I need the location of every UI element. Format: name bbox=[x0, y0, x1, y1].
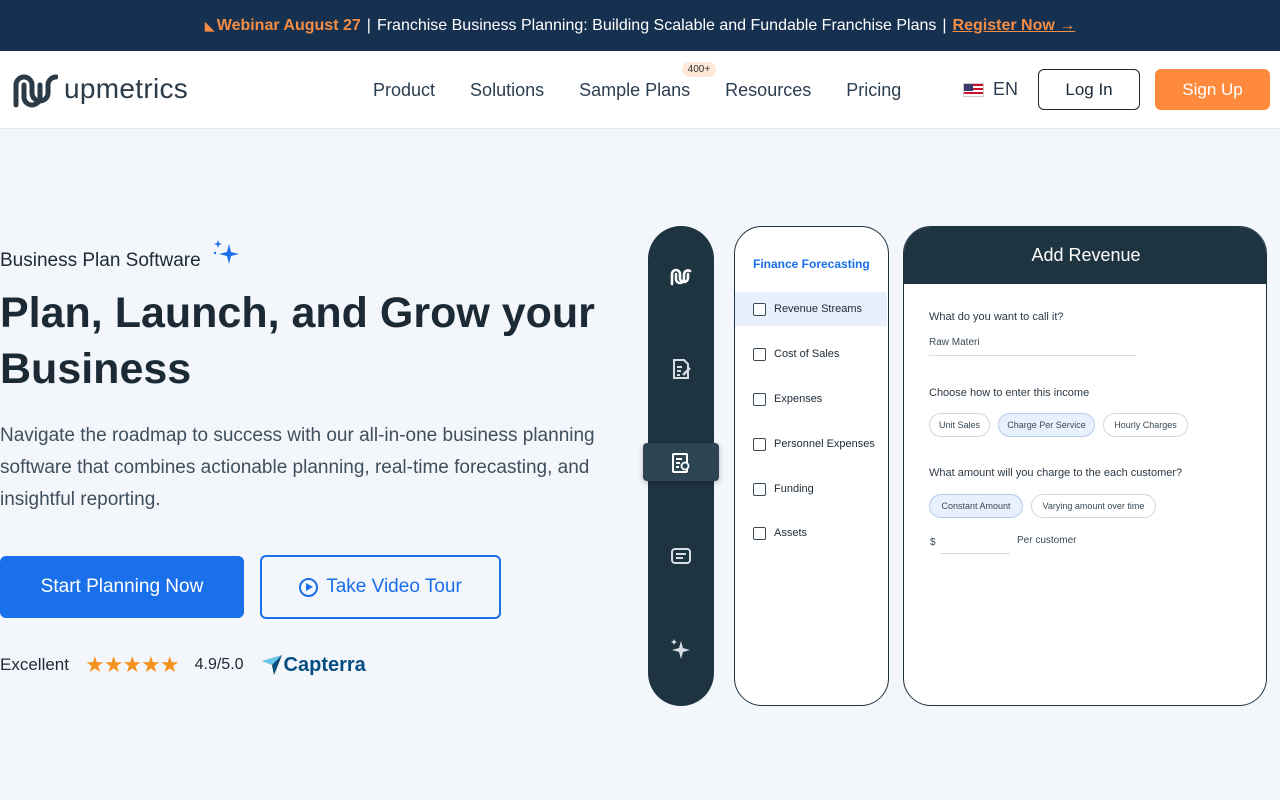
banner-headline: Franchise Business Planning: Building Sc… bbox=[376, 16, 937, 34]
language-selector[interactable]: EN bbox=[963, 79, 1018, 100]
rating-label: Excellent bbox=[0, 655, 69, 674]
nav-product[interactable]: Product bbox=[373, 80, 435, 101]
banner-separator: | bbox=[366, 16, 371, 34]
finance-report-icon bbox=[672, 453, 690, 473]
menu-item-label: Assets bbox=[774, 527, 808, 539]
checkbox[interactable] bbox=[753, 302, 766, 316]
nav-sample-plans[interactable]: Sample Plans 400+ bbox=[579, 61, 717, 101]
menu-item-assets[interactable]: Assets bbox=[735, 516, 888, 550]
option-charge-per-service[interactable]: Charge Per Service bbox=[998, 413, 1095, 437]
play-icon bbox=[299, 577, 319, 597]
nav-solutions[interactable]: Solutions bbox=[470, 80, 544, 101]
menu-title: Finance Forecasting bbox=[753, 257, 870, 271]
register-now-link[interactable]: Register Now → bbox=[953, 17, 1076, 35]
finance-menu-panel: Finance Forecasting Revenue Streams Cost… bbox=[734, 226, 889, 706]
menu-item-label: Revenue Streams bbox=[774, 303, 863, 315]
capterra-text: Capterra bbox=[283, 653, 366, 676]
site-header: upmetrics Product Solutions Sample Plans… bbox=[0, 51, 1280, 129]
currency-symbol: $ bbox=[930, 537, 936, 548]
video-tour-button[interactable]: Take Video Tour bbox=[260, 555, 501, 619]
flag-icon: ◣ bbox=[204, 17, 215, 33]
menu-item-revenue-streams[interactable]: Revenue Streams bbox=[735, 292, 887, 326]
us-flag-icon bbox=[963, 82, 984, 97]
chat-icon[interactable] bbox=[669, 544, 693, 568]
checkbox[interactable] bbox=[753, 526, 766, 540]
main-nav: Product Solutions Sample Plans 400+ Reso… bbox=[373, 51, 936, 129]
rating-row: Excellent ★★★★★ 4.9/5.0 Capterra bbox=[0, 652, 366, 678]
nav-resources[interactable]: Resources bbox=[725, 80, 811, 101]
capterra-logo[interactable]: Capterra bbox=[260, 653, 366, 677]
menu-item-personnel-expenses[interactable]: Personnel Expenses bbox=[735, 427, 888, 461]
amount-input[interactable] bbox=[940, 553, 1010, 554]
option-constant-amount[interactable]: Constant Amount bbox=[929, 494, 1023, 518]
count-badge: 400+ bbox=[681, 61, 717, 77]
logo-text: upmetrics bbox=[64, 73, 189, 104]
sparkle-icon bbox=[213, 240, 239, 264]
question-entry-method: Choose how to enter this income bbox=[929, 387, 1090, 399]
sparkle-ai-icon[interactable] bbox=[669, 637, 693, 661]
promo-banner: ◣ Webinar August 27 | Franchise Business… bbox=[0, 0, 1280, 51]
menu-item-funding[interactable]: Funding bbox=[735, 472, 888, 506]
video-tour-label: Take Video Tour bbox=[326, 576, 462, 597]
banner-separator: | bbox=[942, 16, 947, 34]
nav-pricing[interactable]: Pricing bbox=[846, 80, 901, 101]
option-varying-amount[interactable]: Varying amount over time bbox=[1031, 494, 1156, 518]
checkbox[interactable] bbox=[753, 347, 766, 361]
add-revenue-panel: Add Revenue What do you want to call it?… bbox=[903, 226, 1267, 706]
language-label: EN bbox=[993, 79, 1019, 99]
logo[interactable]: upmetrics bbox=[10, 69, 188, 109]
document-edit-icon[interactable] bbox=[669, 357, 693, 381]
menu-item-label: Funding bbox=[774, 483, 814, 495]
hero-eyebrow: Business Plan Software bbox=[0, 250, 201, 271]
checkbox[interactable] bbox=[753, 437, 766, 451]
signup-button[interactable]: Sign Up bbox=[1155, 69, 1270, 110]
webinar-label: Webinar August 27 bbox=[216, 16, 361, 34]
nav-sample-plans-label: Sample Plans bbox=[579, 79, 691, 100]
rating-score: 4.9/5.0 bbox=[194, 656, 244, 673]
form-title: Add Revenue bbox=[904, 227, 1266, 284]
rail-active-item[interactable] bbox=[643, 443, 719, 481]
menu-item-label: Personnel Expenses bbox=[774, 438, 875, 450]
capterra-arrow-icon bbox=[261, 655, 282, 675]
menu-item-cost-of-sales[interactable]: Cost of Sales bbox=[735, 337, 888, 371]
menu-item-expenses[interactable]: Expenses bbox=[735, 382, 888, 416]
hero-subtitle: Navigate the roadmap to success with our… bbox=[0, 425, 595, 510]
menu-item-label: Expenses bbox=[774, 393, 823, 405]
checkbox[interactable] bbox=[753, 482, 766, 496]
question-amount: What amount will you charge to the each … bbox=[929, 467, 1183, 479]
checkbox[interactable] bbox=[753, 392, 766, 406]
menu-item-label: Cost of Sales bbox=[774, 348, 840, 360]
unit-label: Per customer bbox=[1017, 535, 1077, 546]
option-hourly-charges[interactable]: Hourly Charges bbox=[1103, 413, 1188, 437]
star-rating-icon: ★★★★★ bbox=[84, 652, 180, 677]
option-unit-sales[interactable]: Unit Sales bbox=[929, 413, 990, 437]
upmetrics-rail-logo-icon[interactable] bbox=[669, 264, 693, 288]
revenue-name-input[interactable]: Raw Materi bbox=[929, 337, 1137, 356]
hero-title: Plan, Launch, and Grow your Business bbox=[0, 289, 595, 393]
start-planning-button[interactable]: Start Planning Now bbox=[0, 556, 244, 618]
login-button[interactable]: Log In bbox=[1038, 69, 1140, 110]
question-name: What do you want to call it? bbox=[929, 311, 1064, 323]
upmetrics-logo-icon bbox=[13, 74, 58, 108]
